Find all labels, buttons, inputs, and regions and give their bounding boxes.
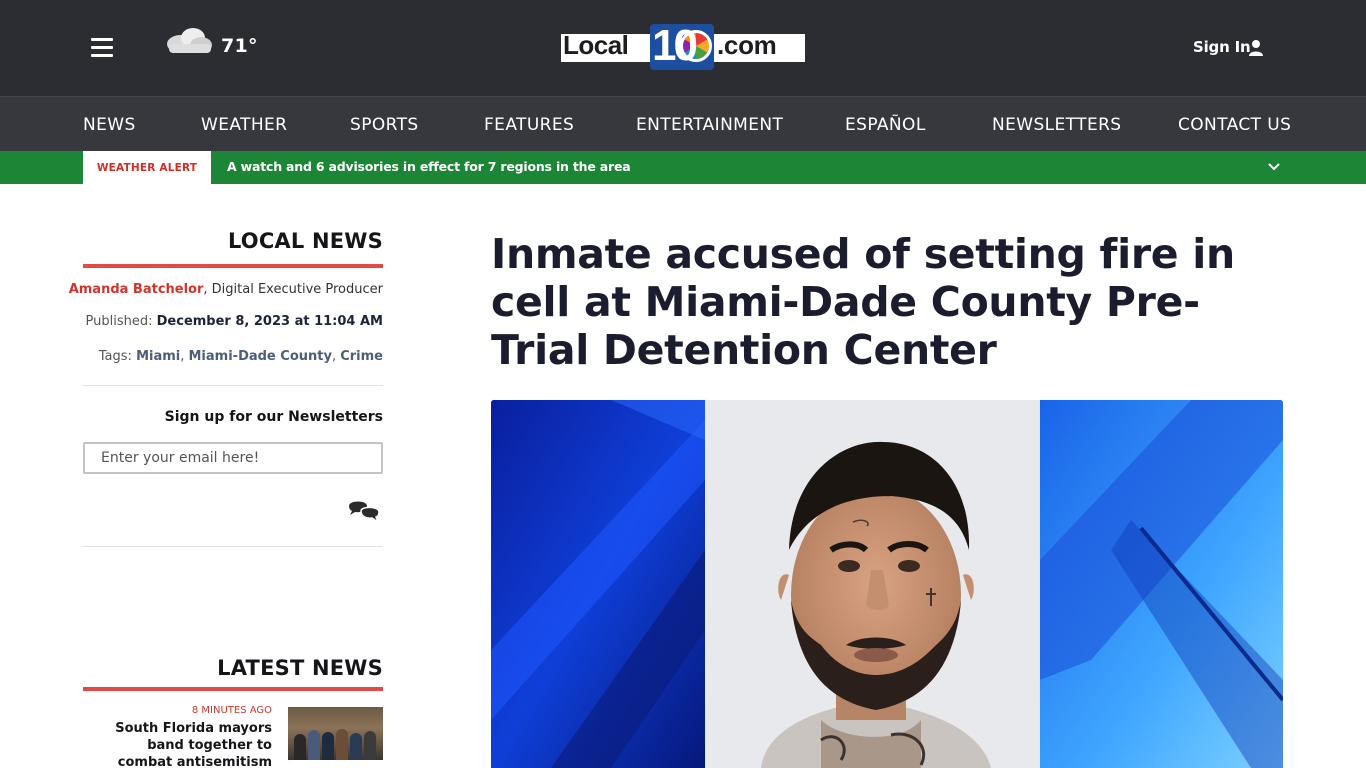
nav-item-entertainment[interactable]: ENTERTAINMENT xyxy=(636,115,783,135)
weather-alert-bar[interactable]: WEATHER ALERT A watch and 6 advisories i… xyxy=(0,151,1366,184)
sign-in-link[interactable]: Sign In xyxy=(1193,38,1251,56)
email-field[interactable] xyxy=(83,442,383,474)
nav-item-sports[interactable]: SPORTS xyxy=(350,115,419,135)
logo-text-ten: 10 xyxy=(652,24,698,70)
nav-item-weather[interactable]: WEATHER xyxy=(201,115,287,135)
latest-news-thumbnail[interactable] xyxy=(288,707,383,760)
cloud-icon xyxy=(167,28,212,53)
article-headline: Inmate accused of setting fire in cell a… xyxy=(491,230,1235,374)
divider xyxy=(83,385,383,386)
logo-text-local: Local xyxy=(563,30,629,60)
site-logo[interactable]: Local 10 .com xyxy=(559,24,807,70)
comments-icon[interactable] xyxy=(347,497,381,525)
published-line: Published: December 8, 2023 at 11:04 AM xyxy=(86,314,383,329)
logo-ten-badge: 10 xyxy=(650,24,714,70)
nav-item-news[interactable]: NEWS xyxy=(83,115,136,135)
author-role: , Digital Executive Producer xyxy=(203,282,383,297)
author-link[interactable]: Amanda Batchelor xyxy=(69,282,204,297)
published-date: December 8, 2023 at 11:04 AM xyxy=(156,314,383,329)
tags-label: Tags: xyxy=(98,349,137,364)
tag-link[interactable]: Crime xyxy=(340,349,383,364)
divider xyxy=(83,546,383,547)
published-label: Published: xyxy=(85,314,157,329)
nav-item-newsletters[interactable]: NEWSLETTERS xyxy=(992,115,1122,135)
logo-text-com: .com xyxy=(717,30,777,60)
nav-item-features[interactable]: FEATURES xyxy=(484,115,574,135)
tag-link[interactable]: Miami xyxy=(136,349,180,364)
nav-item-contact-us[interactable]: CONTACT US xyxy=(1178,115,1291,135)
nav-item-espanol[interactable]: ESPAÑOL xyxy=(845,115,926,135)
latest-news-title[interactable]: South Florida mayors band together to co… xyxy=(90,720,272,768)
chevron-down-icon[interactable] xyxy=(1267,160,1281,174)
latest-news-heading[interactable]: LATEST NEWS xyxy=(217,656,383,680)
weather-temperature[interactable]: 71° xyxy=(221,35,258,57)
weather-alert-label: WEATHER ALERT xyxy=(83,151,211,184)
newsletter-heading: Sign up for our Newsletters xyxy=(164,409,383,425)
weather-alert-text[interactable]: A watch and 6 advisories in effect for 7… xyxy=(227,159,631,174)
heading-rule xyxy=(83,687,383,691)
byline: Amanda Batchelor, Digital Executive Prod… xyxy=(69,282,383,297)
tag-link[interactable]: Miami-Dade County xyxy=(189,349,332,364)
user-icon[interactable] xyxy=(1248,39,1264,57)
menu-icon[interactable] xyxy=(91,38,113,58)
latest-news-timestamp: 8 MINUTES AGO xyxy=(191,705,272,716)
tags-line: Tags: Miami, Miami-Dade County, Crime xyxy=(98,349,383,364)
mugshot-photo xyxy=(491,400,1283,768)
local-news-heading[interactable]: LOCAL NEWS xyxy=(228,229,383,253)
article-hero-image[interactable] xyxy=(491,400,1283,768)
main-nav: NEWS WEATHER SPORTS FEATURES ENTERTAINME… xyxy=(0,96,1366,151)
heading-rule xyxy=(83,264,383,268)
